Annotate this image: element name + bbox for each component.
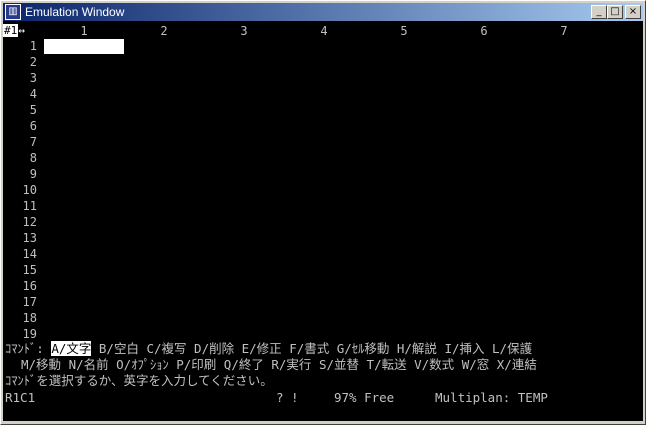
column-header: 6 [480, 24, 488, 38]
title-bar[interactable]: ▥ Emulation Window _ □ × [3, 3, 643, 21]
command-label: ｺﾏﾝﾄﾞ: [5, 341, 52, 356]
row-header: 7 [29, 135, 37, 149]
status-flags: ? ! [276, 390, 299, 405]
row-header: 12 [22, 215, 37, 229]
row-header: 2 [29, 55, 37, 69]
row-header: 15 [22, 263, 37, 277]
status-cell-ref: R1C1 [5, 390, 36, 405]
row-header: 13 [22, 231, 37, 245]
arrow-icon: ↔ [18, 24, 25, 37]
row-header: 17 [22, 295, 37, 309]
column-header: 1 [80, 24, 88, 38]
active-cell-cursor[interactable] [44, 39, 124, 54]
row-header: 5 [29, 103, 37, 117]
minimize-button[interactable]: _ [591, 5, 607, 19]
row-header: 3 [29, 71, 37, 85]
command-options-1[interactable]: B/空白 C/複写 D/削除 E/修正 F/書式 G/ｾﾙ移動 H/解説 I/挿… [91, 341, 532, 356]
command-prompt: ｺﾏﾝﾄﾞを選択するか、英字を入力してください。 [5, 373, 273, 388]
row-header: 4 [29, 87, 37, 101]
column-header: 7 [560, 24, 568, 38]
emulation-window: ▥ Emulation Window _ □ × #1↔ 1234567 123… [0, 0, 646, 425]
command-menu-line-2[interactable]: M/移動 N/名前 O/ｵﾌﾟｼｮﾝ P/印刷 Q/終了 R/実行 S/並替 T… [21, 357, 537, 373]
row-header: 14 [22, 247, 37, 261]
app-icon[interactable]: ▥ [5, 4, 21, 20]
close-button[interactable]: × [625, 5, 641, 19]
window-title: Emulation Window [25, 5, 125, 19]
command-menu-line-1: ｺﾏﾝﾄﾞ: A/文字 B/空白 C/複写 D/削除 E/修正 F/書式 G/ｾ… [5, 341, 532, 357]
window-indicator: #1↔ [3, 24, 37, 38]
row-header: 8 [29, 151, 37, 165]
window-number: #1 [3, 24, 19, 37]
row-header: 9 [29, 167, 37, 181]
column-header: 2 [160, 24, 168, 38]
status-free-memory: 97% Free [334, 390, 395, 405]
row-header: 1 [29, 39, 37, 53]
column-header: 5 [400, 24, 408, 38]
status-app-name: Multiplan: TEMP [435, 390, 548, 405]
column-header: 4 [320, 24, 328, 38]
row-header: 10 [22, 183, 37, 197]
column-header: 3 [240, 24, 248, 38]
row-header: 11 [22, 199, 37, 213]
row-header: 19 [22, 327, 37, 341]
maximize-button[interactable]: □ [607, 5, 623, 19]
command-selected[interactable]: A/文字 [51, 341, 92, 356]
row-header: 16 [22, 279, 37, 293]
row-header: 18 [22, 311, 37, 325]
row-header: 6 [29, 119, 37, 133]
terminal-screen[interactable]: #1↔ 1234567 1 2 3 4 5 6 7 8 9 10 11 12 13 14 15 16 17 18 1… [3, 21, 643, 421]
